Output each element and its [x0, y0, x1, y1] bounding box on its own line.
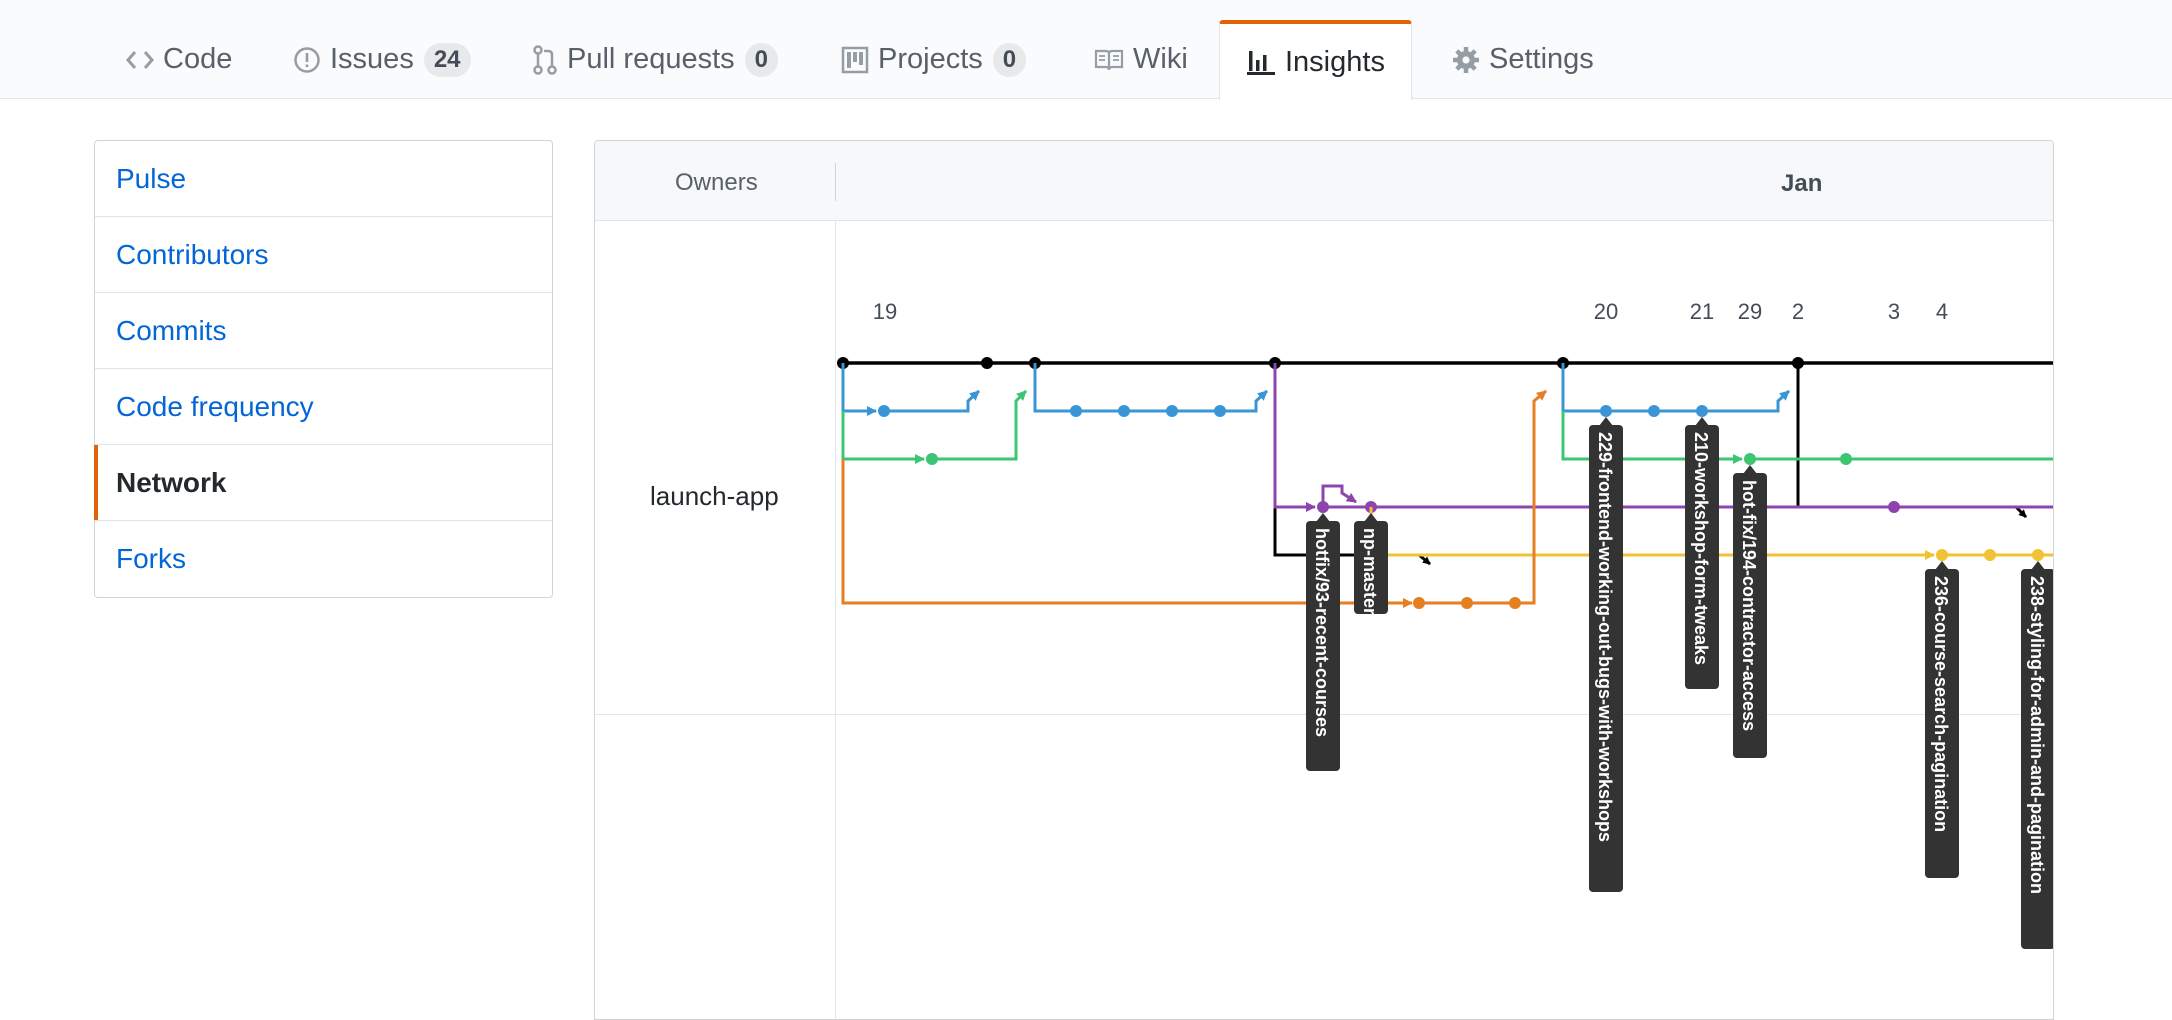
menu-item-pulse[interactable]: Pulse: [95, 141, 552, 217]
tab-settings-label: Settings: [1489, 43, 1594, 75]
menu-item-network[interactable]: Network: [94, 445, 552, 521]
svg-text:np-master: np-master: [1360, 528, 1380, 615]
branch-label[interactable]: 238-styling-for-admin-and-pagination: [2021, 561, 2054, 949]
branch-green: [841, 389, 2053, 465]
day-label: 4: [1936, 299, 1948, 324]
network-graph-panel[interactable]: Owners Jan launch-app 19 20 21 29 2 3 4: [594, 140, 2054, 1020]
tab-wiki[interactable]: Wiki: [1068, 20, 1214, 99]
tab-pull-requests-label: Pull requests: [567, 43, 735, 75]
tab-settings[interactable]: Settings: [1426, 20, 1620, 99]
tab-wiki-label: Wiki: [1133, 43, 1188, 75]
owner-name: launch-app: [650, 481, 779, 511]
book-icon: [1094, 48, 1124, 72]
tab-code-label: Code: [163, 43, 233, 75]
day-label: 20: [1594, 299, 1618, 324]
issue-opened-icon: [293, 46, 321, 74]
network-graph[interactable]: 19 20 21 29 2 3 4 hotfix/93-recent-cours…: [836, 221, 2054, 1020]
tab-code[interactable]: Code: [100, 20, 258, 99]
header-divider: [835, 163, 836, 201]
svg-text:210-workshop-form-tweaks: 210-workshop-form-tweaks: [1691, 432, 1711, 665]
branch-label[interactable]: np-master: [1354, 513, 1388, 615]
tab-issues[interactable]: Issues 24: [267, 20, 497, 99]
tab-projects[interactable]: Projects 0: [815, 20, 1052, 99]
branch-label[interactable]: hot-fix/194-contractor-access: [1733, 465, 1767, 758]
svg-text:hotfix/93-recent-courses: hotfix/93-recent-courses: [1312, 528, 1332, 737]
svg-text:236-course-search-pagination: 236-course-search-pagination: [1931, 576, 1951, 832]
svg-text:229-frontend-working-out-bugs-: 229-frontend-working-out-bugs-with-works…: [1595, 432, 1615, 842]
tab-issues-label: Issues: [330, 43, 414, 75]
branch-label[interactable]: 236-course-search-pagination: [1925, 561, 1959, 878]
month-label: Jan: [1781, 170, 1823, 197]
menu-item-commits[interactable]: Commits: [95, 293, 552, 369]
gear-icon: [1452, 46, 1480, 74]
branch-purple: [1273, 363, 2053, 513]
branch-label[interactable]: hotfix/93-recent-courses: [1306, 513, 1340, 771]
branch-blue: [841, 363, 1791, 417]
svg-text:238-styling-for-admin-and-pagi: 238-styling-for-admin-and-pagination: [2027, 576, 2047, 894]
graph-icon: [1246, 48, 1276, 76]
branch-orange: [841, 389, 1547, 609]
menu-item-code-frequency[interactable]: Code frequency: [95, 369, 552, 445]
pull-requests-count-badge: 0: [744, 42, 779, 77]
insights-menu: Pulse Contributors Commits Code frequenc…: [94, 140, 553, 598]
repo-nav: Code Issues 24 Pull requests 0 Projects …: [0, 0, 2172, 100]
day-label: 2: [1792, 299, 1804, 324]
menu-item-contributors[interactable]: Contributors: [95, 217, 552, 293]
day-label: 19: [873, 299, 897, 324]
issues-count-badge: 24: [423, 42, 471, 77]
tab-pull-requests[interactable]: Pull requests 0: [506, 20, 804, 99]
day-label: 29: [1738, 299, 1762, 324]
project-icon: [841, 46, 869, 74]
tab-insights[interactable]: Insights: [1219, 20, 1412, 100]
day-label: 3: [1888, 299, 1900, 324]
git-pull-request-icon: [532, 44, 558, 75]
network-header: Owners Jan: [595, 141, 2053, 221]
branch-label[interactable]: 229-frontend-working-out-bugs-with-works…: [1589, 417, 1623, 892]
projects-count-badge: 0: [992, 42, 1027, 77]
menu-item-forks[interactable]: Forks: [95, 521, 552, 597]
day-label: 21: [1690, 299, 1714, 324]
owners-column-header: Owners: [675, 169, 758, 196]
tab-projects-label: Projects: [878, 43, 983, 75]
svg-text:hot-fix/194-contractor-access: hot-fix/194-contractor-access: [1739, 480, 1759, 731]
tab-insights-label: Insights: [1285, 45, 1385, 78]
branch-label[interactable]: 210-workshop-form-tweaks: [1685, 417, 1719, 689]
code-icon: [126, 49, 154, 71]
